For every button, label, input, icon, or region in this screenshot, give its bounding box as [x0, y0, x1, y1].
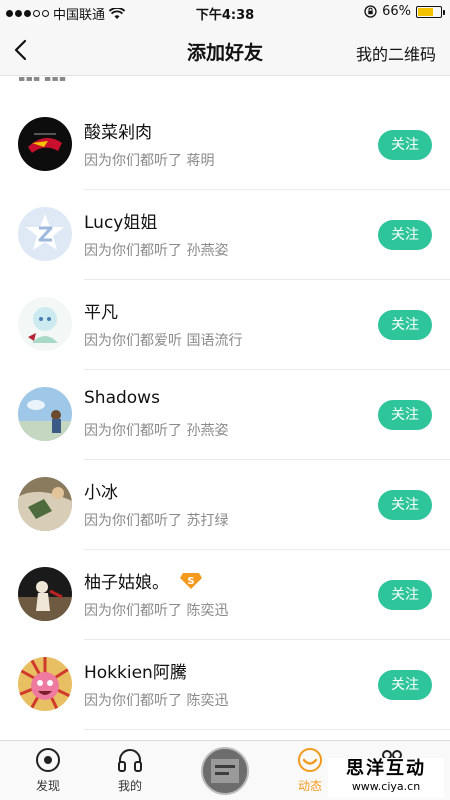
avatar[interactable]	[18, 297, 72, 351]
follow-button[interactable]: 关注	[378, 220, 432, 250]
avatar[interactable]	[18, 387, 72, 441]
user-name: 柚子姑娘。	[84, 573, 169, 593]
follow-button[interactable]: 关注	[378, 310, 432, 340]
battery-group: 66%	[364, 4, 445, 19]
activity-icon	[298, 748, 322, 772]
headphones-icon	[118, 749, 142, 772]
follow-reason: 因为你们都爱听 国语流行	[84, 333, 243, 349]
user-name: 酸菜剁肉	[84, 123, 152, 143]
svg-text:S: S	[187, 576, 194, 587]
avatar[interactable]	[18, 657, 72, 711]
list-item[interactable]: 小冰 因为你们都听了 苏打绿 关注	[0, 460, 450, 550]
follow-button[interactable]: 关注	[378, 400, 432, 430]
tab-mine[interactable]: 我的	[100, 747, 160, 797]
section-header-peek: ▪▪▪ ▪▪▪	[18, 77, 67, 84]
now-playing-button[interactable]	[201, 747, 249, 795]
user-name: 平凡	[84, 303, 118, 323]
rotation-lock-icon	[364, 5, 377, 18]
follow-reason: 因为你们都听了 孙燕姿	[84, 423, 229, 439]
follow-button[interactable]: 关注	[378, 580, 432, 610]
list-item[interactable]: Lucy姐姐 因为你们都听了 孙燕姿 关注	[0, 190, 450, 280]
user-name: 小冰	[84, 483, 118, 503]
row-divider	[84, 729, 450, 730]
tab-label: 发现	[35, 779, 60, 793]
follow-reason: 因为你们都听了 苏打绿	[84, 513, 229, 529]
watermark-url: www.ciya.cn	[351, 780, 421, 793]
my-qr-code-button[interactable]: 我的二维码	[356, 41, 436, 65]
user-name: Shadows	[84, 388, 160, 408]
nav-bar: 添加好友 我的二维码	[0, 24, 450, 76]
battery-percent: 66%	[382, 4, 411, 19]
list-item[interactable]: 平凡 因为你们都爱听 国语流行 关注	[0, 280, 450, 370]
user-name: Lucy姐姐	[84, 213, 158, 233]
vip-s-badge-icon: S	[180, 572, 202, 589]
discover-icon	[36, 748, 60, 772]
suggested-friends-list[interactable]: ▪▪▪ ▪▪▪ 酸菜剁肉 因为你们都听了 蒋明 关注 Lucy姐姐 因为你们都听…	[0, 77, 450, 740]
avatar[interactable]	[18, 207, 72, 261]
follow-reason: 因为你们都听了 孙燕姿	[84, 243, 229, 259]
avatar[interactable]	[18, 477, 72, 531]
tab-label: 我的	[117, 779, 142, 793]
user-name: Hokkien阿騰	[84, 663, 187, 683]
avatar[interactable]	[18, 567, 72, 621]
battery-icon	[416, 5, 445, 18]
follow-reason: 因为你们都听了 蒋明	[84, 153, 215, 169]
follow-button[interactable]: 关注	[378, 670, 432, 700]
watermark: 思洋互动 www.ciya.cn	[328, 758, 444, 798]
list-item[interactable]: 酸菜剁肉 因为你们都听了 蒋明 关注	[0, 100, 450, 190]
follow-reason: 因为你们都听了 陈奕迅	[84, 603, 229, 619]
follow-button[interactable]: 关注	[378, 490, 432, 520]
list-item[interactable]: Shadows 因为你们都听了 孙燕姿 关注	[0, 370, 450, 460]
watermark-title: 思洋互动	[346, 758, 426, 779]
list-item[interactable]: Hokkien阿騰 因为你们都听了 陈奕迅 关注	[0, 640, 450, 730]
status-bar: 中国联通 下午4:38 66%	[0, 0, 450, 24]
avatar[interactable]	[18, 117, 72, 171]
battery-level	[418, 7, 433, 16]
follow-reason: 因为你们都听了 陈奕迅	[84, 693, 229, 709]
follow-button[interactable]: 关注	[378, 130, 432, 160]
album-cover-icon	[203, 749, 247, 793]
tab-discover[interactable]: 发现	[18, 747, 78, 797]
list-item[interactable]: 柚子姑娘。 S 因为你们都听了 陈奕迅 关注	[0, 550, 450, 640]
